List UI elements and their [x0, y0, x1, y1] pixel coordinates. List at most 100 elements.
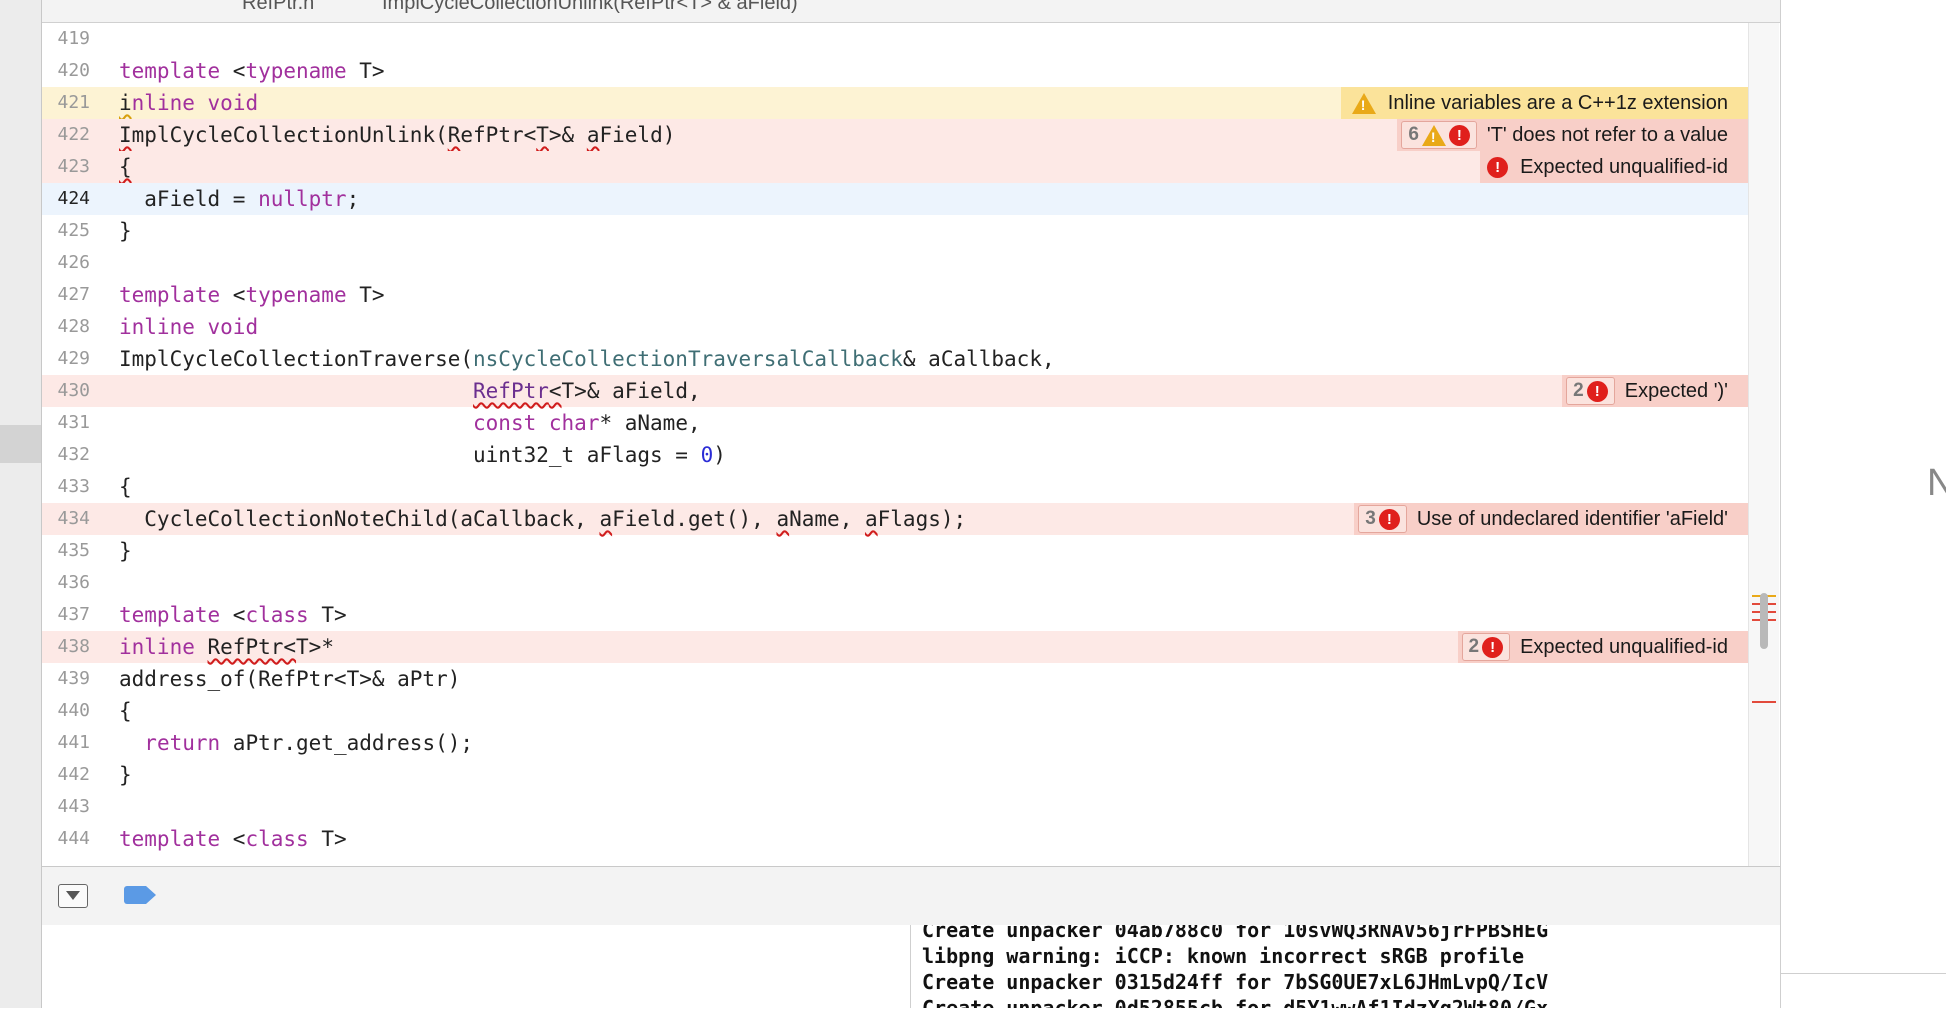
- code-line[interactable]: 419: [42, 23, 1748, 55]
- breakpoints-toggle-icon[interactable]: [124, 886, 156, 904]
- code-line[interactable]: 424 aField = nullptr;: [42, 183, 1748, 215]
- editor-scrollbar[interactable]: [1748, 23, 1779, 866]
- line-number[interactable]: 426: [42, 247, 90, 279]
- code-text[interactable]: {: [119, 151, 132, 183]
- line-number[interactable]: 435: [42, 535, 90, 567]
- code-line[interactable]: 436: [42, 567, 1748, 599]
- code-line[interactable]: 433 {: [42, 471, 1748, 503]
- code-text[interactable]: address_of(RefPtr<T>& aPtr): [119, 663, 460, 695]
- line-number[interactable]: 430: [42, 375, 90, 407]
- code-line[interactable]: 434 CycleCollectionNoteChild(aCallback, …: [42, 503, 1748, 535]
- error-annotation[interactable]: ! Expected unqualified-id: [1480, 151, 1748, 183]
- code-text[interactable]: template <typename T>: [119, 279, 385, 311]
- line-number[interactable]: 425: [42, 215, 90, 247]
- code-text[interactable]: }: [119, 535, 132, 567]
- code-text[interactable]: RefPtr<T>& aField,: [119, 375, 701, 407]
- navigator-marker[interactable]: [0, 425, 41, 463]
- code-text[interactable]: ImplCycleCollectionTraverse(nsCycleColle…: [119, 343, 1055, 375]
- code-text[interactable]: ImplCycleCollectionUnlink(RefPtr<T>& aFi…: [119, 119, 675, 151]
- line-number[interactable]: 441: [42, 727, 90, 759]
- console-output[interactable]: Create unpacker 04ab788c0 for 10svWQ3RNA…: [911, 925, 1780, 1008]
- line-number[interactable]: 428: [42, 311, 90, 343]
- line-number[interactable]: 423: [42, 151, 90, 183]
- line-number[interactable]: 427: [42, 279, 90, 311]
- breadcrumb-symbol[interactable]: ImplCycleCollectionUnlink(RefPtr<T> & aF…: [382, 0, 798, 15]
- code-line[interactable]: 442}: [42, 759, 1748, 791]
- code-line[interactable]: 425}: [42, 215, 1748, 247]
- code-line[interactable]: 420 template <typename T>: [42, 55, 1748, 87]
- issue-badge[interactable]: 2!: [1566, 377, 1615, 405]
- code-text[interactable]: inline void: [119, 87, 258, 119]
- code-line[interactable]: 430 RefPtr<T>& aField, 2! Expected ')': [42, 375, 1748, 407]
- issue-count: 2: [1573, 380, 1584, 401]
- code-line[interactable]: 423 { ! Expected unqualified-id: [42, 151, 1748, 183]
- code-line[interactable]: 440 {: [42, 695, 1748, 727]
- code-text[interactable]: const char* aName,: [119, 407, 701, 439]
- line-number[interactable]: 420: [42, 55, 90, 87]
- variables-view[interactable]: [42, 925, 911, 1008]
- line-number[interactable]: 443: [42, 791, 90, 823]
- error-annotation[interactable]: 2! Expected unqualified-id: [1457, 631, 1748, 663]
- line-number[interactable]: 419: [42, 23, 90, 55]
- line-number[interactable]: 422: [42, 119, 90, 151]
- breadcrumb-file[interactable]: RefPtr.h: [242, 0, 314, 15]
- code-text[interactable]: uint32_t aFlags = 0): [119, 439, 726, 471]
- code-text[interactable]: inline void: [119, 311, 258, 343]
- code-line[interactable]: 426: [42, 247, 1748, 279]
- code-line[interactable]: 437 template <class T>: [42, 599, 1748, 631]
- line-number[interactable]: 429: [42, 343, 90, 375]
- error-annotation[interactable]: 6! 'T' does not refer to a value: [1397, 119, 1748, 151]
- code-line[interactable]: 439 address_of(RefPtr<T>& aPtr): [42, 663, 1748, 695]
- line-number[interactable]: 437: [42, 599, 90, 631]
- code-line[interactable]: 432 uint32_t aFlags = 0): [42, 439, 1748, 471]
- code-text[interactable]: inline RefPtr<T>*: [119, 631, 334, 663]
- hide-debug-area-button[interactable]: [58, 884, 88, 908]
- source-editor[interactable]: 419 420 template <typename T> 421 inline voi…: [42, 23, 1748, 866]
- code-text[interactable]: template <typename T>: [119, 55, 385, 87]
- code-line[interactable]: 422 ImplCycleCollectionUnlink(RefPtr<T>& …: [42, 119, 1748, 151]
- code-line[interactable]: 444 template <class T>: [42, 823, 1748, 855]
- line-number[interactable]: 433: [42, 471, 90, 503]
- line-number[interactable]: 432: [42, 439, 90, 471]
- code-text[interactable]: template <class T>: [119, 599, 347, 631]
- code-text[interactable]: aField = nullptr;: [119, 183, 359, 215]
- line-number[interactable]: 434: [42, 503, 90, 535]
- line-number[interactable]: 439: [42, 663, 90, 695]
- issue-badge[interactable]: [1349, 90, 1376, 116]
- line-number[interactable]: 438: [42, 631, 90, 663]
- line-number[interactable]: 431: [42, 407, 90, 439]
- error-annotation[interactable]: 2! Expected ')': [1562, 375, 1748, 407]
- code-text[interactable]: {: [119, 471, 132, 503]
- code-line[interactable]: 427 template <typename T>: [42, 279, 1748, 311]
- code-line[interactable]: 428 inline void: [42, 311, 1748, 343]
- line-number[interactable]: 421: [42, 87, 90, 119]
- code-line[interactable]: 443: [42, 791, 1748, 823]
- error-annotation[interactable]: 3! Use of undeclared identifier 'aField': [1354, 503, 1748, 535]
- code-text[interactable]: }: [119, 759, 132, 791]
- inspector-placeholder-letter: N: [1927, 462, 1946, 504]
- line-number[interactable]: 440: [42, 695, 90, 727]
- code-line[interactable]: 421 inline void Inline variables are a C++…: [42, 87, 1748, 119]
- line-number[interactable]: 424: [42, 183, 90, 215]
- line-number[interactable]: 442: [42, 759, 90, 791]
- code-line[interactable]: 438 inline RefPtr<T>* 2! Expected unqualifi…: [42, 631, 1748, 663]
- issue-badge[interactable]: !: [1484, 154, 1509, 180]
- code-text[interactable]: CycleCollectionNoteChild(aCallback, aFie…: [119, 503, 966, 535]
- code-line[interactable]: 429 ImplCycleCollectionTraverse(nsCycleCo…: [42, 343, 1748, 375]
- code-text[interactable]: {: [119, 695, 132, 727]
- code-line[interactable]: 441 return aPtr.get_address();: [42, 727, 1748, 759]
- code-line[interactable]: 431 const char* aName,: [42, 407, 1748, 439]
- issue-badge[interactable]: 6!: [1401, 121, 1477, 149]
- library-filter-box[interactable]: [1781, 973, 1946, 1009]
- line-number[interactable]: 444: [42, 823, 90, 855]
- error-icon: !: [1487, 156, 1509, 178]
- code-text[interactable]: }: [119, 215, 132, 247]
- issue-badge[interactable]: 2!: [1461, 633, 1511, 661]
- code-text[interactable]: return aPtr.get_address();: [119, 727, 473, 759]
- warning-annotation[interactable]: Inline variables are a C++1z extension: [1340, 87, 1748, 119]
- code-line[interactable]: 435}: [42, 535, 1748, 567]
- scroll-thumb[interactable]: [1760, 593, 1768, 649]
- line-number[interactable]: 436: [42, 567, 90, 599]
- issue-badge[interactable]: 3!: [1358, 505, 1407, 533]
- code-text[interactable]: template <class T>: [119, 823, 347, 855]
